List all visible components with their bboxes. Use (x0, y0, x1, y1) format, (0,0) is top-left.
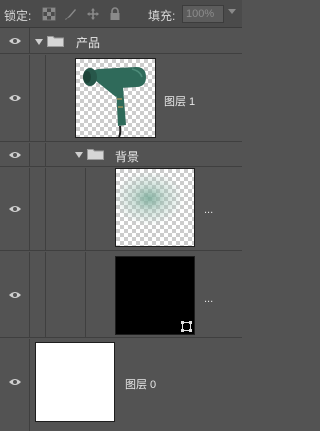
lock-label: 锁定: (4, 9, 32, 23)
layer-thumbnail[interactable] (115, 168, 195, 247)
lock-position-icon[interactable] (86, 7, 100, 21)
layer-group-product[interactable]: 产品 (0, 28, 242, 54)
eye-icon[interactable] (9, 378, 21, 386)
group-indent (85, 168, 86, 250)
layer-thumbnail[interactable] (75, 58, 156, 138)
expand-triangle-icon[interactable] (35, 39, 43, 45)
more-indicator: ... (204, 204, 214, 216)
visibility-toggle[interactable] (0, 168, 30, 250)
layer-row-black[interactable]: ... (0, 252, 242, 338)
eye-icon[interactable] (9, 94, 21, 102)
group-indent (45, 168, 46, 250)
visibility-toggle[interactable] (0, 339, 30, 431)
visibility-toggle[interactable] (0, 28, 30, 53)
layer-row-layer-1[interactable]: 图层 1 (0, 55, 242, 142)
eye-icon[interactable] (9, 291, 21, 299)
group-indent (85, 252, 86, 337)
eye-icon[interactable] (9, 151, 21, 159)
eye-icon[interactable] (9, 37, 21, 45)
fill-input[interactable]: 100% (182, 5, 224, 23)
more-indicator: ... (204, 293, 214, 305)
fill-label: 填充: (148, 9, 176, 23)
layer-name[interactable]: 图层 0 (125, 376, 156, 392)
layer-row-layer-0[interactable]: 图层 0 (0, 339, 242, 431)
visibility-toggle[interactable] (0, 143, 30, 166)
layer-thumbnail[interactable] (115, 256, 195, 335)
glow-image (116, 169, 194, 246)
layer-row-glow[interactable]: ... (0, 168, 242, 251)
visibility-toggle[interactable] (0, 252, 30, 337)
layer-group-background[interactable]: 背景 (0, 143, 242, 167)
lock-toolbar: 锁定: 填充: 100% (0, 0, 242, 28)
group-indent (45, 55, 46, 141)
lock-image-pixels-icon[interactable] (64, 7, 78, 21)
chevron-down-icon[interactable] (228, 9, 236, 14)
group-indent (45, 143, 46, 166)
eye-icon[interactable] (9, 205, 21, 213)
layer-thumbnail[interactable] (35, 342, 115, 422)
expand-triangle-icon[interactable] (75, 152, 83, 158)
lock-all-icon[interactable] (108, 7, 122, 21)
hair-dryer-image (83, 67, 146, 137)
group-name: 产品 (76, 36, 101, 50)
group-name: 背景 (115, 150, 140, 164)
group-indent (45, 252, 46, 337)
smart-object-icon (181, 321, 192, 332)
visibility-toggle[interactable] (0, 55, 30, 141)
layer-name[interactable]: 图层 1 (164, 93, 195, 109)
folder-icon (87, 149, 104, 160)
folder-icon (47, 36, 64, 47)
lock-transparent-pixels-icon[interactable] (42, 7, 56, 21)
